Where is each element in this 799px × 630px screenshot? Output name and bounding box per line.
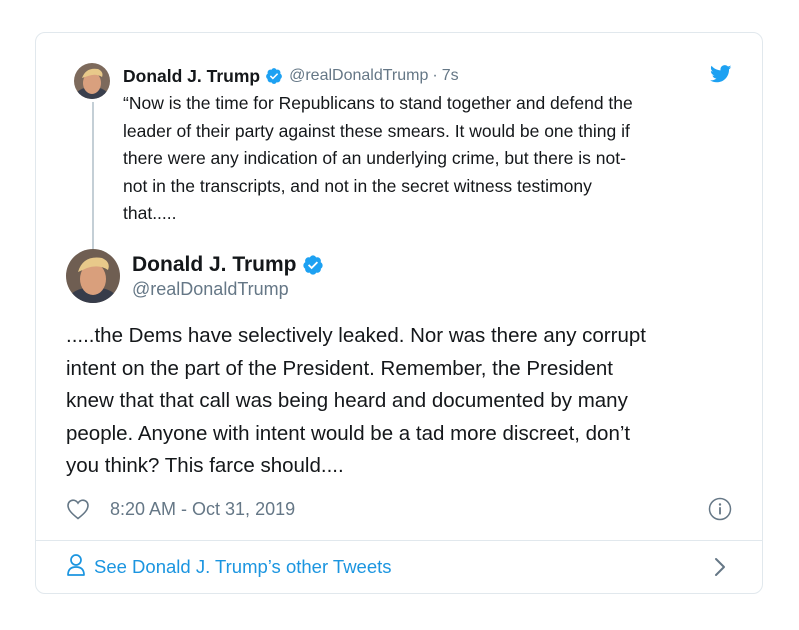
parent-text-line: “Now is the time for Republicans to stan… bbox=[123, 93, 633, 113]
heart-icon[interactable] bbox=[66, 498, 90, 520]
main-tweet-text: .....the Dems have selectively leaked. N… bbox=[66, 320, 746, 483]
header-separator: · bbox=[432, 67, 438, 84]
parent-author-handle[interactable]: @realDonaldTrump bbox=[289, 67, 428, 85]
main-text-line: knew that that call was being heard and … bbox=[66, 389, 628, 412]
verified-badge-icon bbox=[265, 67, 283, 85]
parent-author-name[interactable]: Donald J. Trump bbox=[123, 66, 260, 87]
parent-text-line: leader of their party against these smea… bbox=[123, 120, 630, 141]
parent-text-line: that..... bbox=[123, 203, 177, 223]
chevron-right-icon[interactable] bbox=[712, 555, 728, 579]
see-other-tweets-label[interactable]: See Donald J. Trump’s other Tweets bbox=[94, 556, 392, 578]
parent-tweet-header: Donald J. Trump @realDonaldTrump · 7s bbox=[123, 65, 459, 87]
info-icon[interactable] bbox=[708, 497, 732, 521]
parent-author-avatar[interactable] bbox=[74, 63, 110, 99]
parent-tweet-time[interactable]: 7s bbox=[442, 67, 459, 85]
parent-text-line: there were any indication of an underlyi… bbox=[123, 148, 626, 168]
main-author-avatar[interactable] bbox=[66, 249, 120, 303]
thread-connector-line bbox=[92, 102, 94, 272]
tweet-meta-row: 8:20 AM - Oct 31, 2019 bbox=[66, 495, 295, 523]
tweet-timestamp[interactable]: 8:20 AM - Oct 31, 2019 bbox=[110, 499, 295, 520]
main-text-line: you think? This farce should.... bbox=[66, 454, 344, 477]
parent-tweet-text: “Now is the time for Republicans to stan… bbox=[123, 90, 743, 228]
main-text-line: intent on the part of the President. Rem… bbox=[66, 356, 613, 380]
embedded-tweet-card: Donald J. Trump @realDonaldTrump · 7s “N… bbox=[35, 32, 763, 594]
main-author-handle[interactable]: @realDonaldTrump bbox=[132, 279, 289, 300]
twitter-bird-icon[interactable] bbox=[710, 65, 732, 83]
main-text-line: .....the Dems have selectively leaked. N… bbox=[66, 324, 646, 347]
verified-badge-icon bbox=[302, 254, 324, 276]
main-tweet-author-row: Donald J. Trump bbox=[132, 251, 324, 279]
see-other-tweets-link[interactable]: See Donald J. Trump’s other Tweets bbox=[66, 553, 392, 581]
person-icon bbox=[66, 553, 86, 582]
parent-text-line: not in the transcripts, and not in the s… bbox=[123, 175, 592, 196]
main-text-line: people. Anyone with intent would be a ta… bbox=[66, 421, 631, 445]
footer-divider bbox=[36, 540, 762, 541]
main-author-name[interactable]: Donald J. Trump bbox=[132, 253, 297, 277]
